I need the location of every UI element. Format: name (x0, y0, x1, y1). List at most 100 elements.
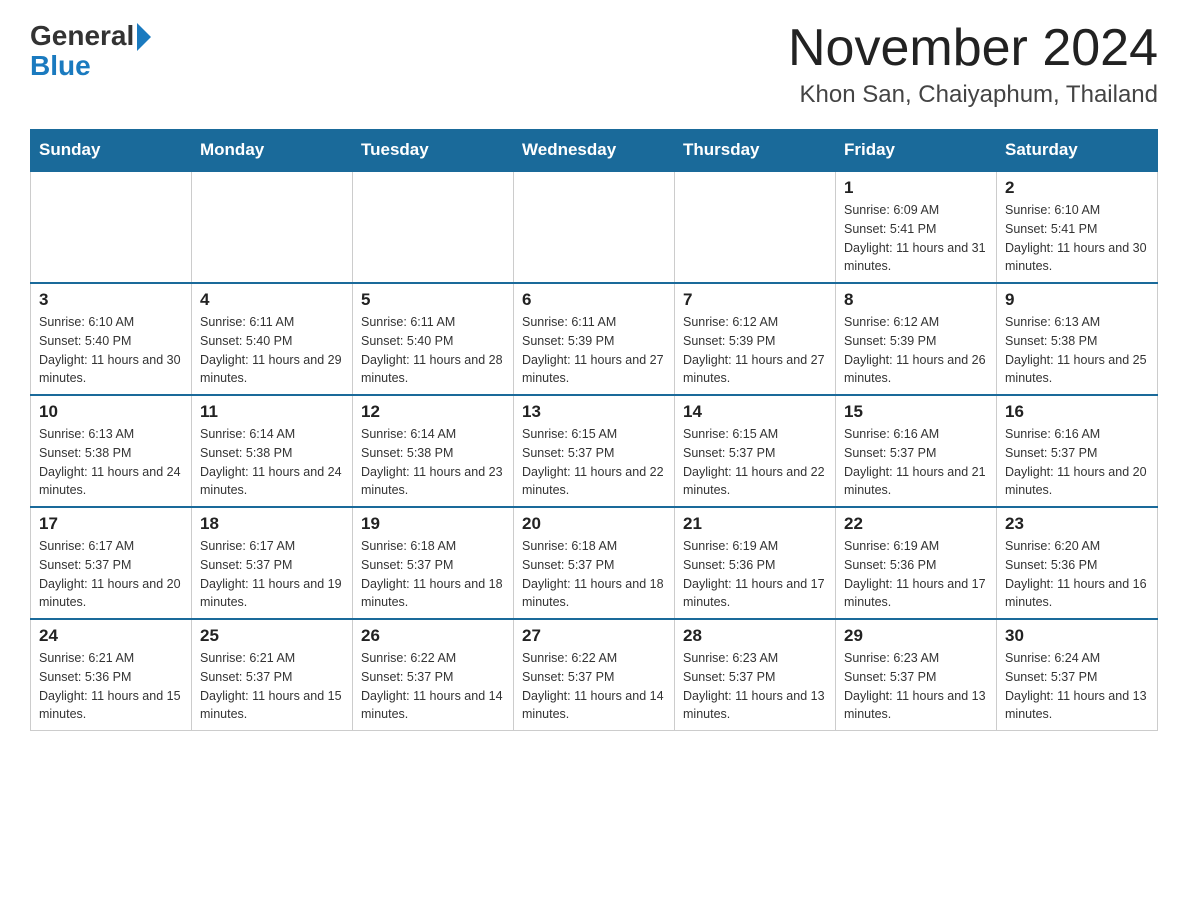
day-info: Sunrise: 6:17 AMSunset: 5:37 PMDaylight:… (39, 537, 183, 612)
calendar-cell (514, 171, 675, 283)
day-info: Sunrise: 6:22 AMSunset: 5:37 PMDaylight:… (522, 649, 666, 724)
calendar-cell (353, 171, 514, 283)
day-number: 27 (522, 626, 666, 646)
calendar-cell: 3 Sunrise: 6:10 AMSunset: 5:40 PMDaylight… (31, 283, 192, 395)
calendar-cell (192, 171, 353, 283)
calendar-cell: 14 Sunrise: 6:15 AMSunset: 5:37 PMDayligh… (675, 395, 836, 507)
day-info: Sunrise: 6:19 AMSunset: 5:36 PMDaylight:… (844, 537, 988, 612)
calendar-cell: 29 Sunrise: 6:23 AMSunset: 5:37 PMDayligh… (836, 619, 997, 731)
month-title: November 2024 (788, 20, 1158, 77)
day-number: 24 (39, 626, 183, 646)
day-info: Sunrise: 6:15 AMSunset: 5:37 PMDaylight:… (522, 425, 666, 500)
day-number: 25 (200, 626, 344, 646)
day-info: Sunrise: 6:24 AMSunset: 5:37 PMDaylight:… (1005, 649, 1149, 724)
week-row-1: 1 Sunrise: 6:09 AMSunset: 5:41 PMDaylight… (31, 171, 1158, 283)
day-number: 15 (844, 402, 988, 422)
calendar-cell: 1 Sunrise: 6:09 AMSunset: 5:41 PMDaylight… (836, 171, 997, 283)
day-number: 12 (361, 402, 505, 422)
day-info: Sunrise: 6:10 AMSunset: 5:40 PMDaylight:… (39, 313, 183, 388)
calendar-cell: 12 Sunrise: 6:14 AMSunset: 5:38 PMDayligh… (353, 395, 514, 507)
weekday-header-thursday: Thursday (675, 130, 836, 172)
calendar-cell: 13 Sunrise: 6:15 AMSunset: 5:37 PMDayligh… (514, 395, 675, 507)
day-info: Sunrise: 6:23 AMSunset: 5:37 PMDaylight:… (844, 649, 988, 724)
day-info: Sunrise: 6:17 AMSunset: 5:37 PMDaylight:… (200, 537, 344, 612)
day-number: 30 (1005, 626, 1149, 646)
day-number: 7 (683, 290, 827, 310)
day-number: 14 (683, 402, 827, 422)
day-info: Sunrise: 6:13 AMSunset: 5:38 PMDaylight:… (1005, 313, 1149, 388)
page-header: General Blue November 2024 Khon San, Cha… (30, 20, 1158, 109)
day-info: Sunrise: 6:18 AMSunset: 5:37 PMDaylight:… (522, 537, 666, 612)
calendar-cell: 28 Sunrise: 6:23 AMSunset: 5:37 PMDayligh… (675, 619, 836, 731)
calendar-cell (675, 171, 836, 283)
location-title: Khon San, Chaiyaphum, Thailand (788, 81, 1158, 109)
weekday-header-saturday: Saturday (997, 130, 1158, 172)
day-info: Sunrise: 6:13 AMSunset: 5:38 PMDaylight:… (39, 425, 183, 500)
day-number: 6 (522, 290, 666, 310)
calendar-cell: 2Sunrise: 6:10 AMSunset: 5:41 PMDaylight… (997, 171, 1158, 283)
day-number: 5 (361, 290, 505, 310)
calendar-cell: 8 Sunrise: 6:12 AMSunset: 5:39 PMDaylight… (836, 283, 997, 395)
calendar-cell: 16 Sunrise: 6:16 AMSunset: 5:37 PMDayligh… (997, 395, 1158, 507)
day-info: Sunrise: 6:14 AMSunset: 5:38 PMDaylight:… (361, 425, 505, 500)
calendar-cell: 5 Sunrise: 6:11 AMSunset: 5:40 PMDaylight… (353, 283, 514, 395)
day-number: 19 (361, 514, 505, 534)
calendar-header-row: SundayMondayTuesdayWednesdayThursdayFrid… (31, 130, 1158, 172)
day-info: Sunrise: 6:21 AMSunset: 5:36 PMDaylight:… (39, 649, 183, 724)
day-number: 10 (39, 402, 183, 422)
day-info: Sunrise: 6:16 AMSunset: 5:37 PMDaylight:… (1005, 425, 1149, 500)
calendar-cell: 21 Sunrise: 6:19 AMSunset: 5:36 PMDayligh… (675, 507, 836, 619)
day-info: Sunrise: 6:19 AMSunset: 5:36 PMDaylight:… (683, 537, 827, 612)
weekday-header-monday: Monday (192, 130, 353, 172)
day-number: 8 (844, 290, 988, 310)
calendar-cell: 7Sunrise: 6:12 AMSunset: 5:39 PMDaylight… (675, 283, 836, 395)
calendar-cell: 10 Sunrise: 6:13 AMSunset: 5:38 PMDayligh… (31, 395, 192, 507)
day-info: Sunrise: 6:12 AMSunset: 5:39 PMDaylight:… (844, 313, 988, 388)
logo-arrow-icon (137, 23, 151, 51)
day-number: 3 (39, 290, 183, 310)
day-info: Sunrise: 6:18 AMSunset: 5:37 PMDaylight:… (361, 537, 505, 612)
day-number: 28 (683, 626, 827, 646)
day-number: 16 (1005, 402, 1149, 422)
calendar-cell: 26 Sunrise: 6:22 AMSunset: 5:37 PMDayligh… (353, 619, 514, 731)
day-number: 26 (361, 626, 505, 646)
day-number: 4 (200, 290, 344, 310)
logo: General Blue (30, 20, 151, 82)
day-info: Sunrise: 6:21 AMSunset: 5:37 PMDaylight:… (200, 649, 344, 724)
day-number: 18 (200, 514, 344, 534)
day-number: 11 (200, 402, 344, 422)
day-number: 2 (1005, 178, 1149, 198)
day-info: Sunrise: 6:11 AMSunset: 5:40 PMDaylight:… (361, 313, 505, 388)
day-info: Sunrise: 6:16 AMSunset: 5:37 PMDaylight:… (844, 425, 988, 500)
logo-blue-text: Blue (30, 50, 91, 82)
calendar-cell: 6 Sunrise: 6:11 AMSunset: 5:39 PMDaylight… (514, 283, 675, 395)
calendar-cell: 15 Sunrise: 6:16 AMSunset: 5:37 PMDayligh… (836, 395, 997, 507)
day-number: 9 (1005, 290, 1149, 310)
weekday-header-friday: Friday (836, 130, 997, 172)
week-row-5: 24 Sunrise: 6:21 AMSunset: 5:36 PMDayligh… (31, 619, 1158, 731)
day-number: 22 (844, 514, 988, 534)
title-block: November 2024 Khon San, Chaiyaphum, Thai… (788, 20, 1158, 109)
calendar-cell: 18 Sunrise: 6:17 AMSunset: 5:37 PMDayligh… (192, 507, 353, 619)
calendar-cell: 20Sunrise: 6:18 AMSunset: 5:37 PMDayligh… (514, 507, 675, 619)
week-row-4: 17Sunrise: 6:17 AMSunset: 5:37 PMDayligh… (31, 507, 1158, 619)
day-number: 1 (844, 178, 988, 198)
day-info: Sunrise: 6:15 AMSunset: 5:37 PMDaylight:… (683, 425, 827, 500)
week-row-3: 10 Sunrise: 6:13 AMSunset: 5:38 PMDayligh… (31, 395, 1158, 507)
day-number: 29 (844, 626, 988, 646)
day-info: Sunrise: 6:23 AMSunset: 5:37 PMDaylight:… (683, 649, 827, 724)
calendar-cell: 30 Sunrise: 6:24 AMSunset: 5:37 PMDayligh… (997, 619, 1158, 731)
day-info: Sunrise: 6:09 AMSunset: 5:41 PMDaylight:… (844, 201, 988, 276)
calendar-cell: 9 Sunrise: 6:13 AMSunset: 5:38 PMDaylight… (997, 283, 1158, 395)
weekday-header-sunday: Sunday (31, 130, 192, 172)
day-info: Sunrise: 6:22 AMSunset: 5:37 PMDaylight:… (361, 649, 505, 724)
calendar-cell: 27 Sunrise: 6:22 AMSunset: 5:37 PMDayligh… (514, 619, 675, 731)
day-number: 21 (683, 514, 827, 534)
calendar-cell: 17Sunrise: 6:17 AMSunset: 5:37 PMDayligh… (31, 507, 192, 619)
day-info: Sunrise: 6:11 AMSunset: 5:40 PMDaylight:… (200, 313, 344, 388)
day-info: Sunrise: 6:14 AMSunset: 5:38 PMDaylight:… (200, 425, 344, 500)
day-number: 13 (522, 402, 666, 422)
day-info: Sunrise: 6:11 AMSunset: 5:39 PMDaylight:… (522, 313, 666, 388)
calendar-table: SundayMondayTuesdayWednesdayThursdayFrid… (30, 129, 1158, 731)
calendar-cell (31, 171, 192, 283)
